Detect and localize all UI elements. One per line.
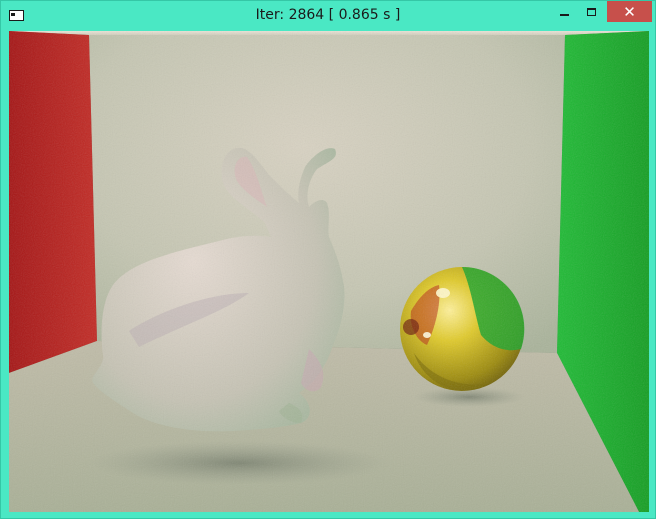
render-noise <box>9 31 649 512</box>
minimize-button[interactable] <box>551 1 578 22</box>
close-icon: ✕ <box>623 2 636 21</box>
close-button[interactable]: ✕ <box>607 1 652 22</box>
maximize-icon <box>587 7 596 16</box>
title-bar[interactable]: Iter: 2864 [ 0.865 s ] ✕ <box>1 1 655 31</box>
minimize-icon <box>560 13 569 16</box>
app-window: Iter: 2864 [ 0.865 s ] ✕ <box>0 0 656 519</box>
maximize-button[interactable] <box>578 1 605 22</box>
rendered-scene <box>9 31 649 512</box>
render-viewport[interactable] <box>9 31 649 512</box>
